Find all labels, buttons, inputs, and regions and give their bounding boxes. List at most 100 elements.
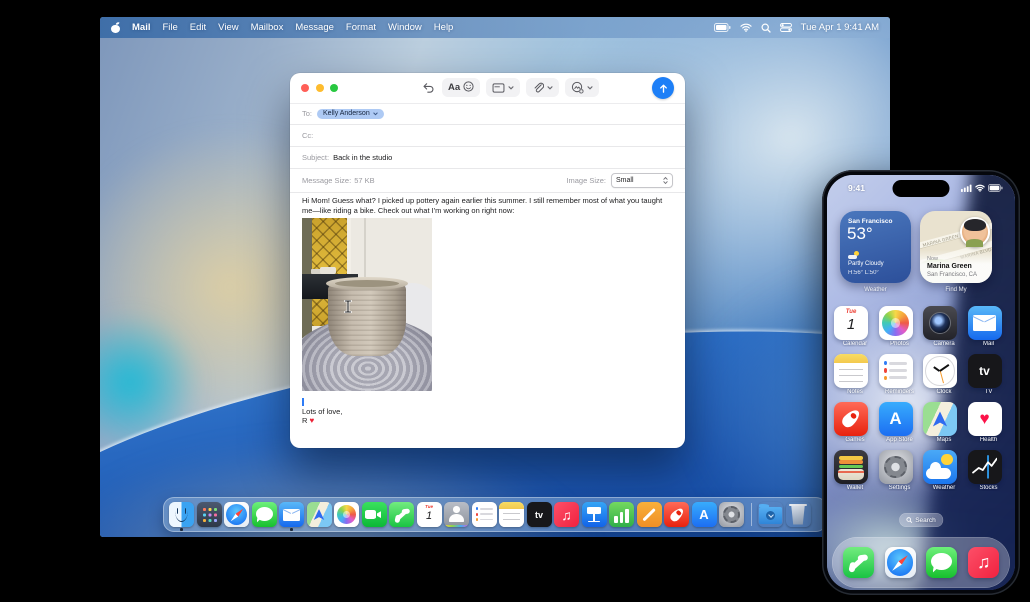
weather-widget[interactable]: San Francisco 53° Partly Cloudy H:56° L:… <box>840 211 911 283</box>
menu-app-name[interactable]: Mail <box>132 22 150 33</box>
subject-field[interactable]: Subject: Back in the studio <box>290 147 685 169</box>
menu-edit[interactable]: Edit <box>190 22 206 33</box>
wifi-icon[interactable] <box>740 23 752 32</box>
dock-item-finder[interactable] <box>169 502 194 531</box>
dock-divider <box>750 503 752 526</box>
iphone-app-maps[interactable]: Maps <box>923 402 965 446</box>
message-body[interactable]: Hi Mom! Guess what? I picked up pottery … <box>290 193 685 448</box>
insert-photo-button[interactable] <box>565 78 600 97</box>
dock-item-maps[interactable] <box>306 502 332 527</box>
partly-cloudy-icon <box>848 251 859 259</box>
iphone-app-settings[interactable]: Settings <box>878 450 921 494</box>
recipient-token[interactable]: Kelly Anderson <box>317 108 384 119</box>
dock-item-games[interactable] <box>664 502 689 527</box>
iphone-app-notes[interactable]: Notes <box>834 354 876 398</box>
iphone-dock-messages[interactable] <box>926 547 958 578</box>
pottery-photo-attachment[interactable] <box>302 218 432 391</box>
dock-item-settings[interactable] <box>719 502 744 527</box>
close-window-button[interactable] <box>301 84 309 92</box>
dock-item-calendar[interactable]: Tue 1 <box>416 502 442 527</box>
ibeam-cursor <box>344 299 352 318</box>
iphone-app-clock[interactable]: Clock <box>923 354 965 398</box>
format-text-button[interactable]: Aa <box>448 82 460 93</box>
dock-item-mail[interactable] <box>279 502 304 531</box>
iphone-dock-phone[interactable] <box>842 547 874 578</box>
find-my-widget[interactable]: MARINA GREEN DR MARINA BLVD Now Marina G… <box>920 211 992 283</box>
iphone-app-mail[interactable]: Mail <box>967 306 1010 350</box>
menu-help[interactable]: Help <box>434 22 454 33</box>
dock-item-trash[interactable] <box>786 502 811 527</box>
dock-item-phone[interactable] <box>389 502 414 527</box>
dock-item-safari[interactable] <box>224 502 249 527</box>
safari-icon <box>224 502 249 527</box>
header-fields-button[interactable] <box>486 78 521 97</box>
menu-view[interactable]: View <box>218 22 238 33</box>
minimize-window-button[interactable] <box>315 84 324 92</box>
dock-item-reminders[interactable] <box>471 502 497 527</box>
iphone-dock-music[interactable]: ♫ <box>968 547 1000 578</box>
dock-item-keynote[interactable] <box>581 502 607 527</box>
body-paragraph: Hi Mom! Guess what? I picked up pottery … <box>302 196 663 216</box>
dock-item-messages[interactable] <box>251 502 277 527</box>
iphone-app-stocks[interactable]: Stocks <box>967 450 1010 494</box>
iphone-dock-safari[interactable] <box>884 547 916 578</box>
search-icon <box>906 517 913 523</box>
menu-message[interactable]: Message <box>295 22 334 33</box>
send-button[interactable] <box>652 77 674 99</box>
iphone-app-calendar[interactable]: Tue 1 Calendar <box>834 306 876 350</box>
cc-field[interactable]: Cc: <box>290 125 685 147</box>
app-store-icon: A <box>878 402 913 436</box>
dock-item-notes[interactable] <box>499 502 524 527</box>
downloads-folder-icon <box>758 502 783 527</box>
dock-item-pages[interactable] <box>636 502 662 527</box>
dock-item-facetime[interactable] <box>361 502 387 527</box>
battery-icon[interactable] <box>713 23 731 32</box>
dock-item-appstore[interactable]: A <box>691 502 717 527</box>
menu-format[interactable]: Format <box>346 22 376 33</box>
compose-toolbar: Aa <box>290 73 685 104</box>
emoji-button[interactable] <box>463 79 474 97</box>
iphone-app-health[interactable]: ♥ Health <box>967 402 1010 446</box>
menu-window[interactable]: Window <box>388 22 422 33</box>
find-my-person: Marina Green <box>927 263 972 270</box>
health-heart-icon: ♥ <box>967 402 1002 436</box>
cellular-icon <box>961 184 972 192</box>
search-icon[interactable] <box>761 22 771 33</box>
window-controls <box>301 84 338 92</box>
menu-mailbox[interactable]: Mailbox <box>251 22 284 33</box>
control-center-icon[interactable] <box>779 23 792 32</box>
messages-icon <box>251 502 277 527</box>
apple-menu-icon[interactable] <box>111 22 120 33</box>
iphone-app-reminders[interactable]: Reminders <box>878 354 921 398</box>
iphone-app-appstore[interactable]: A App Store <box>878 402 921 446</box>
status-icons <box>961 184 1003 192</box>
person-avatar <box>959 217 990 247</box>
image-size-select[interactable]: Small <box>611 173 673 188</box>
iphone-app-games[interactable]: Games <box>834 402 876 446</box>
mail-icon <box>279 502 304 527</box>
dock-item-launchpad[interactable] <box>196 502 222 527</box>
spotlight-search-pill[interactable]: Search <box>899 513 943 527</box>
iphone-app-wallet[interactable]: Wallet <box>834 450 876 494</box>
dock-item-numbers[interactable] <box>609 502 634 527</box>
dock-item-music[interactable]: ♫ <box>554 502 579 527</box>
chevron-down-icon <box>373 112 378 115</box>
clock-icon <box>923 354 957 388</box>
attach-file-button[interactable] <box>526 78 560 97</box>
apple-tv-icon: tv <box>967 354 1002 388</box>
to-field[interactable]: To: Kelly Anderson <box>290 103 685 125</box>
iphone-app-photos[interactable]: Photos <box>878 306 921 350</box>
iphone-app-weather[interactable]: Weather <box>923 450 965 494</box>
dock-item-downloads[interactable] <box>758 502 783 527</box>
undo-button[interactable] <box>422 81 435 94</box>
weather-icon <box>923 450 957 484</box>
dock-item-tv[interactable]: tv <box>526 502 552 527</box>
menu-file[interactable]: File <box>162 22 177 33</box>
menu-clock[interactable]: Tue Apr 1 9:41 AM <box>801 22 879 33</box>
iphone-app-tv[interactable]: tv TV <box>967 354 1010 398</box>
dock-item-contacts[interactable] <box>444 502 469 527</box>
zoom-window-button[interactable] <box>330 84 338 92</box>
dock-item-photos[interactable] <box>334 502 359 527</box>
music-icon: ♫ <box>968 547 1000 578</box>
iphone-app-camera[interactable]: Camera <box>923 306 965 350</box>
